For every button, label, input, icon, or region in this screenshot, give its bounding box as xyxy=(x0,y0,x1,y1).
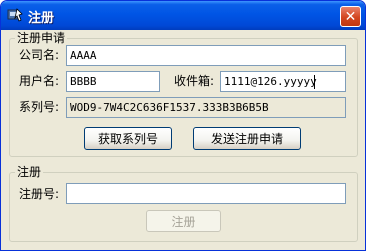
register-button[interactable]: 注册 xyxy=(146,210,221,232)
registration-dialog: 注册 ✕ 注册申请 公司名: 用户名: 收件箱: 系列号: 获取系列号 发送注册… xyxy=(0,0,366,251)
close-icon: ✕ xyxy=(344,8,357,25)
company-field[interactable] xyxy=(66,45,346,66)
text-cursor xyxy=(314,75,315,89)
mailbox-label: 收件箱: xyxy=(174,74,215,88)
register-legend: 注册 xyxy=(15,165,44,179)
registration-request-legend: 注册申请 xyxy=(15,31,68,45)
title-bar[interactable]: 注册 ✕ xyxy=(1,1,365,30)
mailbox-field[interactable] xyxy=(220,71,346,92)
username-label: 用户名: xyxy=(19,74,60,88)
serial-label: 系列号: xyxy=(19,100,60,114)
registration-code-field[interactable] xyxy=(66,183,346,204)
send-request-button[interactable]: 发送注册申请 xyxy=(193,127,301,150)
username-field[interactable] xyxy=(66,71,160,92)
company-label: 公司名: xyxy=(19,48,60,62)
window-title: 注册 xyxy=(28,11,55,26)
close-button[interactable]: ✕ xyxy=(340,6,361,27)
app-icon xyxy=(7,8,23,22)
get-serial-button[interactable]: 获取系列号 xyxy=(84,127,172,150)
serial-field[interactable] xyxy=(66,97,346,118)
registration-code-label: 注册号: xyxy=(19,187,60,201)
